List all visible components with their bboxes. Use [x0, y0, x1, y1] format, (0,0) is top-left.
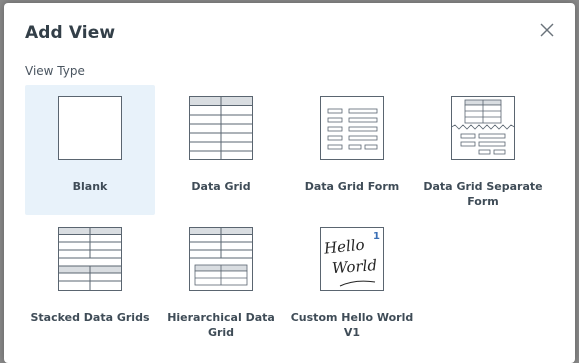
stacked-data-grids-icon [58, 227, 122, 291]
view-type-blank[interactable]: Blank [25, 85, 155, 215]
view-type-label-blank: Blank [72, 180, 108, 193]
data-grid-icon [189, 96, 253, 160]
thumb-text-world: World [331, 256, 377, 277]
view-type-custom-hello-world[interactable]: Hello World 1 Custom Hello World V1 [287, 216, 417, 346]
view-type-label-custom-hello-world: Custom Hello World V1 [290, 311, 414, 339]
hierarchical-data-grid-icon [189, 227, 253, 291]
custom-hello-world-icon: Hello World 1 [320, 227, 384, 291]
view-type-data-grid-separate-form[interactable]: Data Grid Separate Form [418, 85, 548, 215]
blank-view-icon [58, 96, 122, 160]
view-type-label-data-grid-form: Data Grid Form [304, 180, 400, 193]
thumb-superscript: 1 [373, 231, 380, 242]
view-type-label-hierarchical-data-grid: Hierarchical Data Grid [167, 311, 275, 339]
data-grid-separate-form-icon [451, 96, 515, 160]
close-icon[interactable] [539, 22, 555, 38]
add-view-dialog: Add View View Type Blank Data Grid Data … [4, 3, 575, 363]
view-type-label-stacked-data-grids: Stacked Data Grids [30, 311, 150, 324]
view-type-label-data-grid-separate-form: Data Grid Separate Form [423, 180, 543, 208]
view-type-data-grid[interactable]: Data Grid [156, 85, 286, 215]
view-type-stacked-data-grids[interactable]: Stacked Data Grids [25, 216, 155, 346]
view-type-label: View Type [25, 64, 85, 78]
dialog-title: Add View [25, 23, 116, 43]
view-type-label-data-grid: Data Grid [191, 180, 251, 193]
view-type-data-grid-form[interactable]: Data Grid Form [287, 85, 417, 215]
data-grid-form-icon [320, 96, 384, 160]
view-type-hierarchical-data-grid[interactable]: Hierarchical Data Grid [156, 216, 286, 346]
